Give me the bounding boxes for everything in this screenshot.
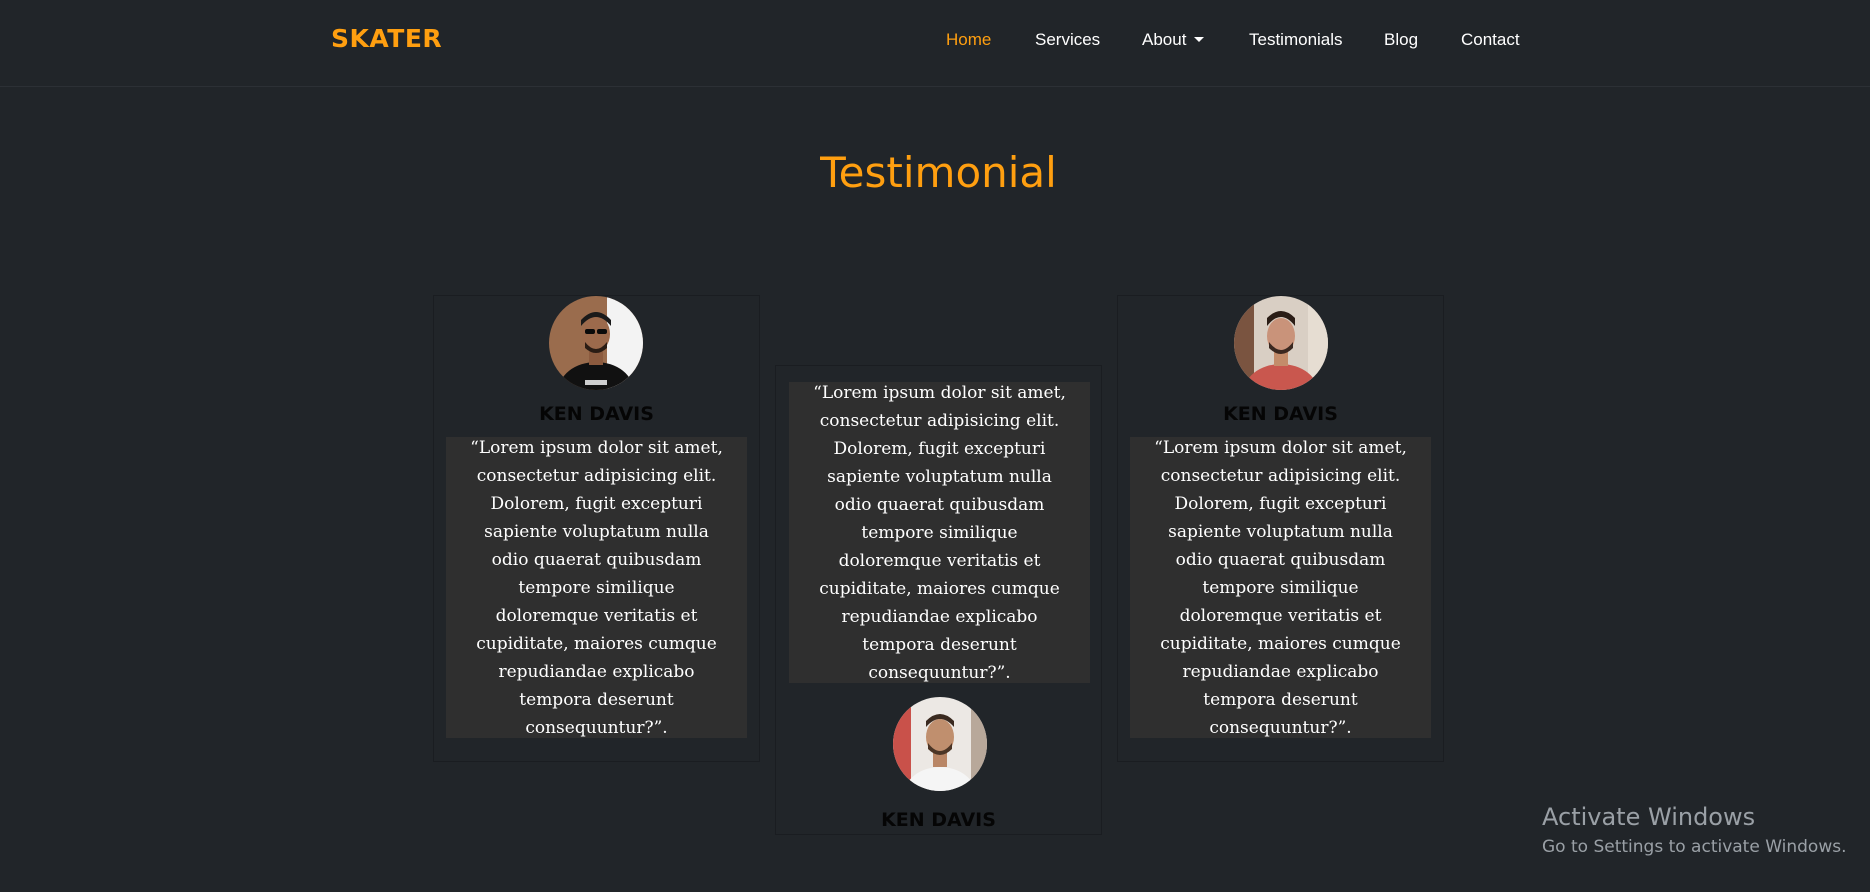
testimonial-card: KEN DAVIS “Lorem ipsum dolor sit amet, c… xyxy=(433,295,760,762)
navbar: SKATER Home Services About Testimonials … xyxy=(0,0,1870,87)
brand-logo[interactable]: SKATER xyxy=(331,24,442,53)
testimonial-quote: “Lorem ipsum dolor sit amet, consectetur… xyxy=(813,382,1066,683)
nav-link-home[interactable]: Home xyxy=(946,30,991,50)
testimonial-card: “Lorem ipsum dolor sit amet, consectetur… xyxy=(775,365,1102,835)
nav-link-blog[interactable]: Blog xyxy=(1384,30,1418,50)
testimonial-card: KEN DAVIS “Lorem ipsum dolor sit amet, c… xyxy=(1117,295,1444,762)
quote-box: “Lorem ipsum dolor sit amet, consectetur… xyxy=(789,382,1090,683)
testimonial-name: KEN DAVIS xyxy=(539,403,654,425)
testimonial-quote: “Lorem ipsum dolor sit amet, consectetur… xyxy=(1154,437,1407,738)
nav-link-contact[interactable]: Contact xyxy=(1461,30,1520,50)
testimonial-name: KEN DAVIS xyxy=(1223,403,1338,425)
watermark-subtitle: Go to Settings to activate Windows. xyxy=(1542,837,1847,857)
testimonial-quote: “Lorem ipsum dolor sit amet, consectetur… xyxy=(470,437,723,738)
watermark-title: Activate Windows xyxy=(1542,803,1756,831)
avatar-red-shirt-man xyxy=(1234,296,1328,390)
quote-box: “Lorem ipsum dolor sit amet, consectetur… xyxy=(1130,437,1431,738)
quote-box: “Lorem ipsum dolor sit amet, consectetur… xyxy=(446,437,747,738)
nav-link-about-label: About xyxy=(1142,30,1187,49)
avatar-sunglasses-man xyxy=(549,296,643,390)
nav-link-services[interactable]: Services xyxy=(1035,30,1100,50)
avatar-white-shirt-man xyxy=(893,697,987,791)
section-title: Testimonial xyxy=(820,148,1057,197)
testimonial-name: KEN DAVIS xyxy=(881,809,996,831)
nav-link-testimonials[interactable]: Testimonials xyxy=(1249,30,1343,50)
activate-windows-watermark: Activate Windows Go to Settings to activ… xyxy=(1542,802,1847,860)
caret-down-icon xyxy=(1194,37,1205,42)
nav-link-about[interactable]: About xyxy=(1142,30,1205,50)
